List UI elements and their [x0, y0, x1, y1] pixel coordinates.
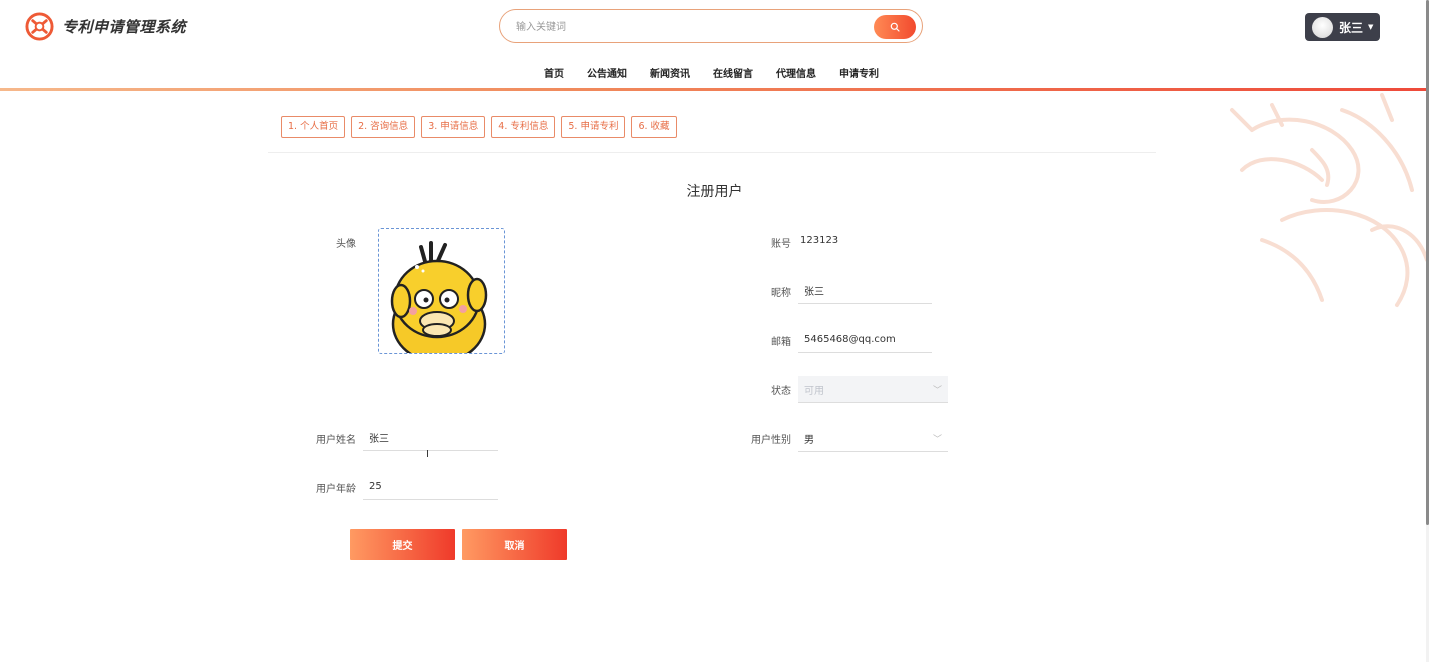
app-logo[interactable]: 专利申请管理系统: [25, 12, 186, 41]
gender-select[interactable]: 男 ﹀: [798, 425, 948, 452]
logo-icon: [25, 12, 54, 41]
search-icon: [890, 22, 900, 32]
status-value: 可用: [804, 385, 824, 397]
submit-button[interactable]: 提交: [350, 529, 455, 560]
app-title: 专利申请管理系统: [62, 18, 187, 36]
avatar-label: 头像: [336, 239, 356, 250]
tab-apply-patent[interactable]: 5. 申请专利: [561, 116, 626, 138]
gender-label: 用户性别: [751, 435, 791, 446]
nav-item-news[interactable]: 新闻资讯: [650, 65, 690, 80]
age-label: 用户年龄: [316, 484, 356, 495]
nickname-input[interactable]: [798, 278, 932, 302]
user-name: 张三: [1339, 20, 1364, 35]
status-select[interactable]: 可用 ﹀: [798, 376, 948, 403]
nav-item-apply-patent[interactable]: 申请专利: [839, 65, 879, 80]
gender-value: 男: [804, 434, 814, 446]
avatar: [1312, 16, 1333, 38]
tab-consult-info[interactable]: 2. 咨询信息: [351, 116, 416, 138]
header-divider: [0, 88, 1429, 91]
tab-personal-home[interactable]: 1. 个人首页: [281, 116, 346, 138]
tab-patent-info[interactable]: 4. 专利信息: [491, 116, 556, 138]
form-title: 注册用户: [686, 184, 743, 200]
tab-apply-info[interactable]: 3. 申请信息: [421, 116, 486, 138]
text-cursor-icon: I: [426, 449, 429, 460]
avatar-upload[interactable]: [378, 228, 505, 354]
search-button[interactable]: [874, 15, 916, 39]
caret-down-icon: ▼: [1368, 23, 1374, 31]
cancel-button[interactable]: 取消: [462, 529, 567, 560]
profile-tabs: 1. 个人首页 2. 咨询信息 3. 申请信息 4. 专利信息 5. 申请专利 …: [281, 116, 683, 138]
realname-label: 用户姓名: [316, 435, 356, 446]
nav-item-notice[interactable]: 公告通知: [587, 65, 627, 80]
search-bar: [499, 9, 923, 43]
user-menu-button[interactable]: 张三 ▼: [1305, 13, 1380, 41]
age-field: [363, 474, 498, 500]
chevron-down-icon: ﹀: [932, 385, 942, 396]
realname-input[interactable]: [363, 425, 498, 449]
email-field: [798, 327, 932, 353]
realname-field: [363, 425, 498, 451]
nav-item-home[interactable]: 首页: [544, 65, 564, 80]
nav-item-message[interactable]: 在线留言: [713, 65, 753, 80]
status-label: 状态: [771, 386, 791, 397]
nickname-field: [798, 278, 932, 304]
nickname-label: 昵称: [771, 288, 791, 299]
account-label: 账号: [771, 239, 791, 250]
nav-item-agent[interactable]: 代理信息: [776, 65, 816, 80]
email-input[interactable]: [798, 327, 932, 352]
email-label: 邮箱: [771, 337, 791, 348]
age-input[interactable]: [363, 474, 498, 499]
duck-avatar-image: [390, 241, 488, 353]
search-input[interactable]: [514, 17, 858, 37]
section-divider: [268, 152, 1156, 153]
chevron-down-icon: ﹀: [932, 434, 942, 445]
tab-favorites[interactable]: 6. 收藏: [631, 116, 677, 138]
account-value: 123123: [800, 235, 839, 246]
